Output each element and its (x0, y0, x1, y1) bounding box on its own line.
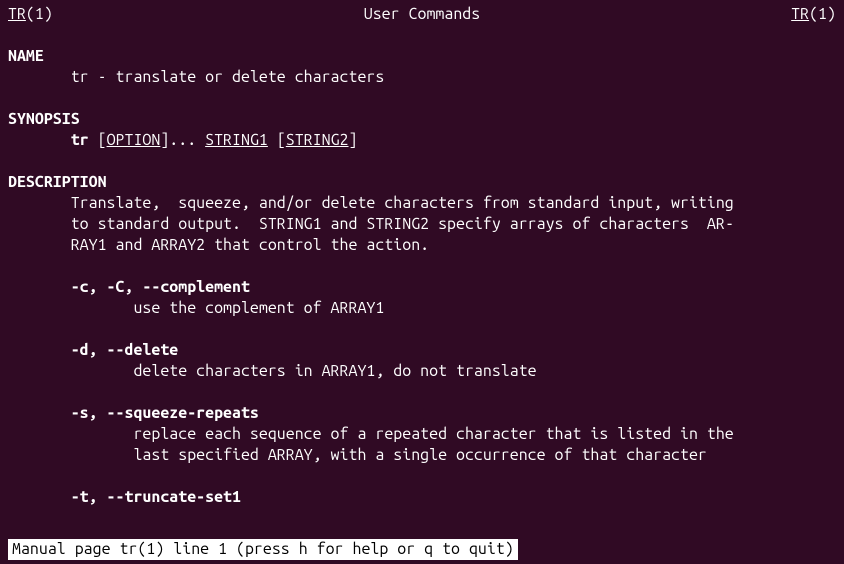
synopsis-string1: STRING1 (205, 131, 268, 149)
description-text: Translate, squeeze, and/or delete charac… (8, 193, 836, 214)
section-heading-name: NAME (8, 46, 836, 67)
description-text: RAY1 and ARRAY2 that control the action. (8, 235, 836, 256)
pager-status-bar: Manual page tr(1) line 1 (press h for he… (8, 539, 518, 560)
header-left-sec: (1) (26, 5, 53, 23)
header-right-cmd: TR (791, 5, 809, 23)
synopsis-string2: STRING2 (286, 131, 349, 149)
header-left: TR(1) (8, 4, 53, 25)
name-text: tr - translate or delete characters (8, 67, 836, 88)
description-text: to standard output. STRING1 and STRING2 … (8, 214, 836, 235)
synopsis-line: tr [OPTION]... STRING1 [STRING2] (8, 130, 836, 151)
option-c-flags: -c, -C, --complement (8, 277, 836, 298)
option-t-flags: -t, --truncate-set1 (8, 487, 836, 508)
option-d-desc: delete characters in ARRAY1, do not tran… (8, 361, 836, 382)
option-s-flags: -s, --squeeze-repeats (8, 403, 836, 424)
header-center: User Commands (364, 4, 480, 25)
header-left-cmd: TR (8, 5, 26, 23)
option-s-desc: last specified ARRAY, with a single occu… (8, 445, 836, 466)
synopsis-cmd: tr (71, 131, 89, 149)
synopsis-option: OPTION (107, 131, 161, 149)
option-c-desc: use the complement of ARRAY1 (8, 298, 836, 319)
section-heading-description: DESCRIPTION (8, 172, 836, 193)
option-d-flags: -d, --delete (8, 340, 836, 361)
header-right-sec: (1) (809, 5, 836, 23)
option-s-desc: replace each sequence of a repeated char… (8, 424, 836, 445)
header-right: TR(1) (791, 4, 836, 25)
section-heading-synopsis: SYNOPSIS (8, 109, 836, 130)
man-header: TR(1) User Commands TR(1) (8, 4, 836, 25)
man-page-viewer[interactable]: TR(1) User Commands TR(1) NAME tr - tran… (0, 0, 844, 564)
